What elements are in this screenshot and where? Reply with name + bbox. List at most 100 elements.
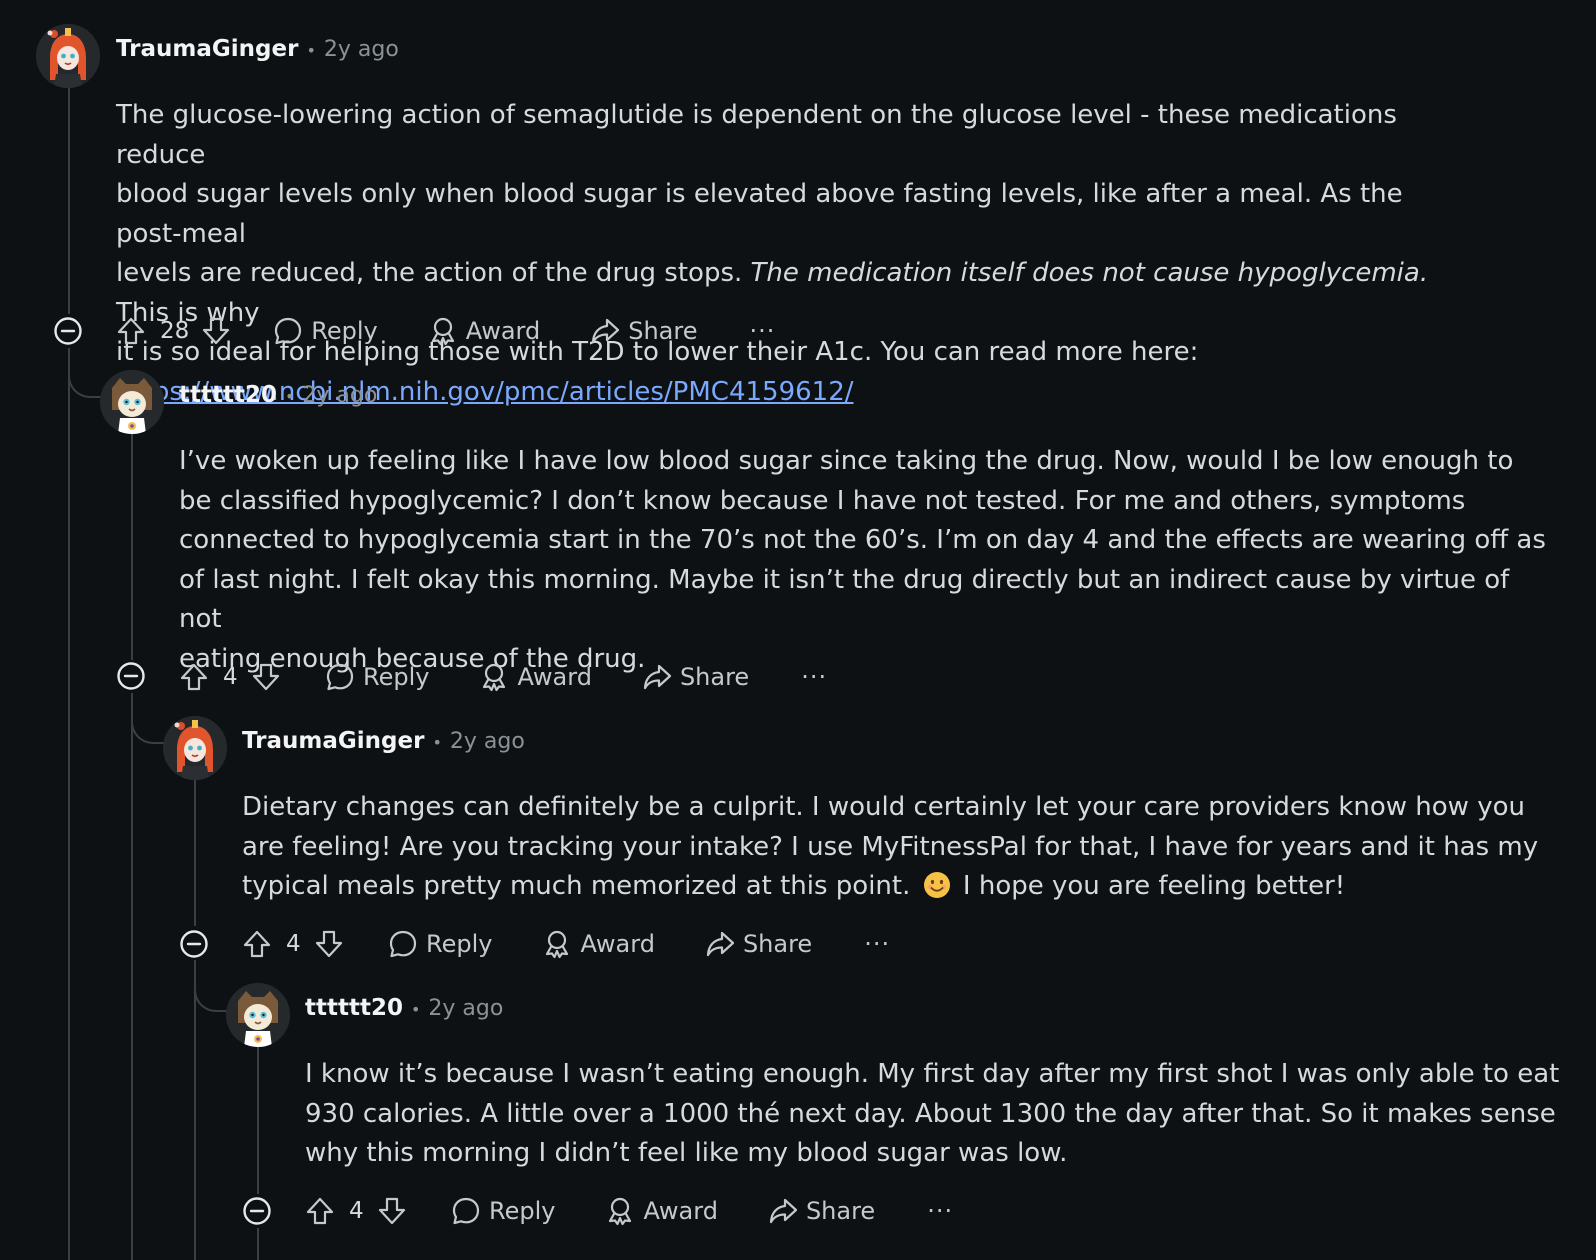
award-button[interactable]: Award <box>428 316 540 346</box>
thread-line-level-3[interactable] <box>194 778 196 926</box>
collapse-icon[interactable] <box>179 929 209 959</box>
share-button[interactable]: Share <box>590 316 697 346</box>
avatar[interactable] <box>36 24 100 88</box>
timestamp[interactable]: 2y ago <box>302 383 377 408</box>
share-button[interactable]: Share <box>642 662 749 692</box>
upvote-icon[interactable] <box>116 316 146 346</box>
collapse-icon[interactable] <box>116 661 146 691</box>
thread-line-level-1[interactable] <box>68 86 70 314</box>
thread-line-level-2[interactable] <box>131 432 133 660</box>
timestamp[interactable]: 2y ago <box>450 729 525 754</box>
upvote-icon[interactable] <box>305 1196 335 1226</box>
timestamp[interactable]: 2y ago <box>428 996 503 1021</box>
comment-meta: TraumaGinger • 2y ago <box>242 728 525 754</box>
author-name[interactable]: TraumaGinger <box>116 36 298 62</box>
share-label: Share <box>742 930 813 958</box>
avatar[interactable] <box>226 983 290 1047</box>
vote-group: 4 <box>305 1196 407 1226</box>
author-name[interactable]: tttttt20 <box>305 995 403 1021</box>
award-icon <box>428 316 458 346</box>
collapse-icon[interactable] <box>242 1196 272 1226</box>
more-icon: ··· <box>864 930 891 958</box>
upvote-icon[interactable] <box>179 662 209 692</box>
award-icon <box>479 662 509 692</box>
reply-button[interactable]: Reply <box>273 316 378 346</box>
award-button[interactable]: Award <box>479 662 592 692</box>
author-name[interactable]: tttttt20 <box>179 382 277 408</box>
comment-body: I know it’s because I wasn’t eating enou… <box>305 1055 1575 1174</box>
thread-connector <box>131 693 169 744</box>
more-icon: ··· <box>749 317 776 345</box>
body-line: The glucose-lowering action of semagluti… <box>116 100 1397 170</box>
reply-label: Reply <box>311 317 378 345</box>
body-text: typical meals pretty much memorized at t… <box>242 871 911 901</box>
body-line: are feeling! Are you tracking your intak… <box>242 831 1539 862</box>
award-button[interactable]: Award <box>605 1196 718 1226</box>
comment-body: The glucose-lowering action of semagluti… <box>116 96 1476 412</box>
body-line: 930 calories. A little over a 1000 thé n… <box>305 1098 1556 1129</box>
separator-dot: • <box>284 387 295 406</box>
avatar[interactable] <box>163 716 227 780</box>
more-options-button[interactable]: ··· <box>927 1197 953 1225</box>
vote-group: 4 <box>179 662 281 692</box>
comment-icon <box>325 662 355 692</box>
separator-dot: • <box>410 1000 421 1019</box>
reply-label: Reply <box>426 930 493 958</box>
avatar[interactable] <box>100 370 164 434</box>
award-label: Award <box>643 1197 718 1225</box>
upvote-icon[interactable] <box>242 929 272 959</box>
collapse-icon[interactable] <box>53 316 83 346</box>
comment-meta: TraumaGinger • 2y ago <box>116 36 399 62</box>
timestamp[interactable]: 2y ago <box>324 37 399 62</box>
smile-emoji <box>923 871 951 899</box>
vote-count: 4 <box>286 931 301 957</box>
downvote-icon[interactable] <box>251 662 281 692</box>
body-text: levels are reduced, the action of the dr… <box>116 258 751 288</box>
share-label: Share <box>679 663 750 691</box>
more-options-button[interactable]: ··· <box>864 930 890 958</box>
comment-icon <box>388 929 418 959</box>
share-button[interactable]: Share <box>768 1196 875 1226</box>
comment-icon <box>451 1196 481 1226</box>
thread-line-level-2-continued[interactable] <box>131 693 133 1260</box>
separator-dot: • <box>432 733 442 752</box>
thread-line-level-1-continued[interactable] <box>68 348 70 1260</box>
thread-line-level-4[interactable] <box>257 1046 259 1194</box>
comment-actions: 4 Reply Award Share ··· <box>179 654 827 700</box>
share-label: Share <box>628 317 698 345</box>
more-options-button[interactable]: ··· <box>749 317 775 345</box>
thread-line-level-3-continued[interactable] <box>194 960 196 1260</box>
downvote-icon[interactable] <box>314 929 344 959</box>
comment-meta: tttttt20 • 2y ago <box>305 995 503 1021</box>
comment-actions: 28 Reply Award Share ··· <box>116 308 775 354</box>
body-line: be classified hypoglycemic? I don’t know… <box>179 485 1466 516</box>
author-name[interactable]: TraumaGinger <box>242 728 424 754</box>
downvote-icon[interactable] <box>201 316 231 346</box>
thread-line-level-4-continued[interactable] <box>257 1228 259 1260</box>
body-line: Dietary changes can definitely be a culp… <box>242 792 1525 822</box>
more-options-button[interactable]: ··· <box>801 663 827 691</box>
reply-button[interactable]: Reply <box>388 929 492 959</box>
award-label: Award <box>580 930 655 958</box>
downvote-icon[interactable] <box>377 1196 407 1226</box>
comment-body: I’ve woken up feeling like I have low bl… <box>179 442 1559 679</box>
share-button[interactable]: Share <box>705 929 812 959</box>
body-line: I know it’s because I wasn’t eating enou… <box>305 1059 1560 1089</box>
comment-actions: 4 Reply Award Share ··· <box>242 921 890 967</box>
reply-button[interactable]: Reply <box>325 662 429 692</box>
award-icon <box>542 929 572 959</box>
share-icon <box>768 1196 798 1226</box>
award-icon <box>605 1196 635 1226</box>
reply-button[interactable]: Reply <box>451 1196 555 1226</box>
italic-text: The medication itself does not cause hyp… <box>750 258 1429 288</box>
body-line: connected to hypoglycemia start in the 7… <box>179 525 1546 555</box>
body-line: blood sugar levels only when blood sugar… <box>116 179 1403 249</box>
vote-count: 4 <box>223 664 238 690</box>
vote-count: 28 <box>160 318 190 344</box>
award-button[interactable]: Award <box>542 929 655 959</box>
share-icon <box>590 316 620 346</box>
separator-dot: • <box>306 41 316 60</box>
body-line: typical meals pretty much memorized at t… <box>242 867 1562 907</box>
body-line: why this morning I didn’t feel like my b… <box>305 1138 1068 1168</box>
more-icon: ··· <box>927 1197 954 1225</box>
